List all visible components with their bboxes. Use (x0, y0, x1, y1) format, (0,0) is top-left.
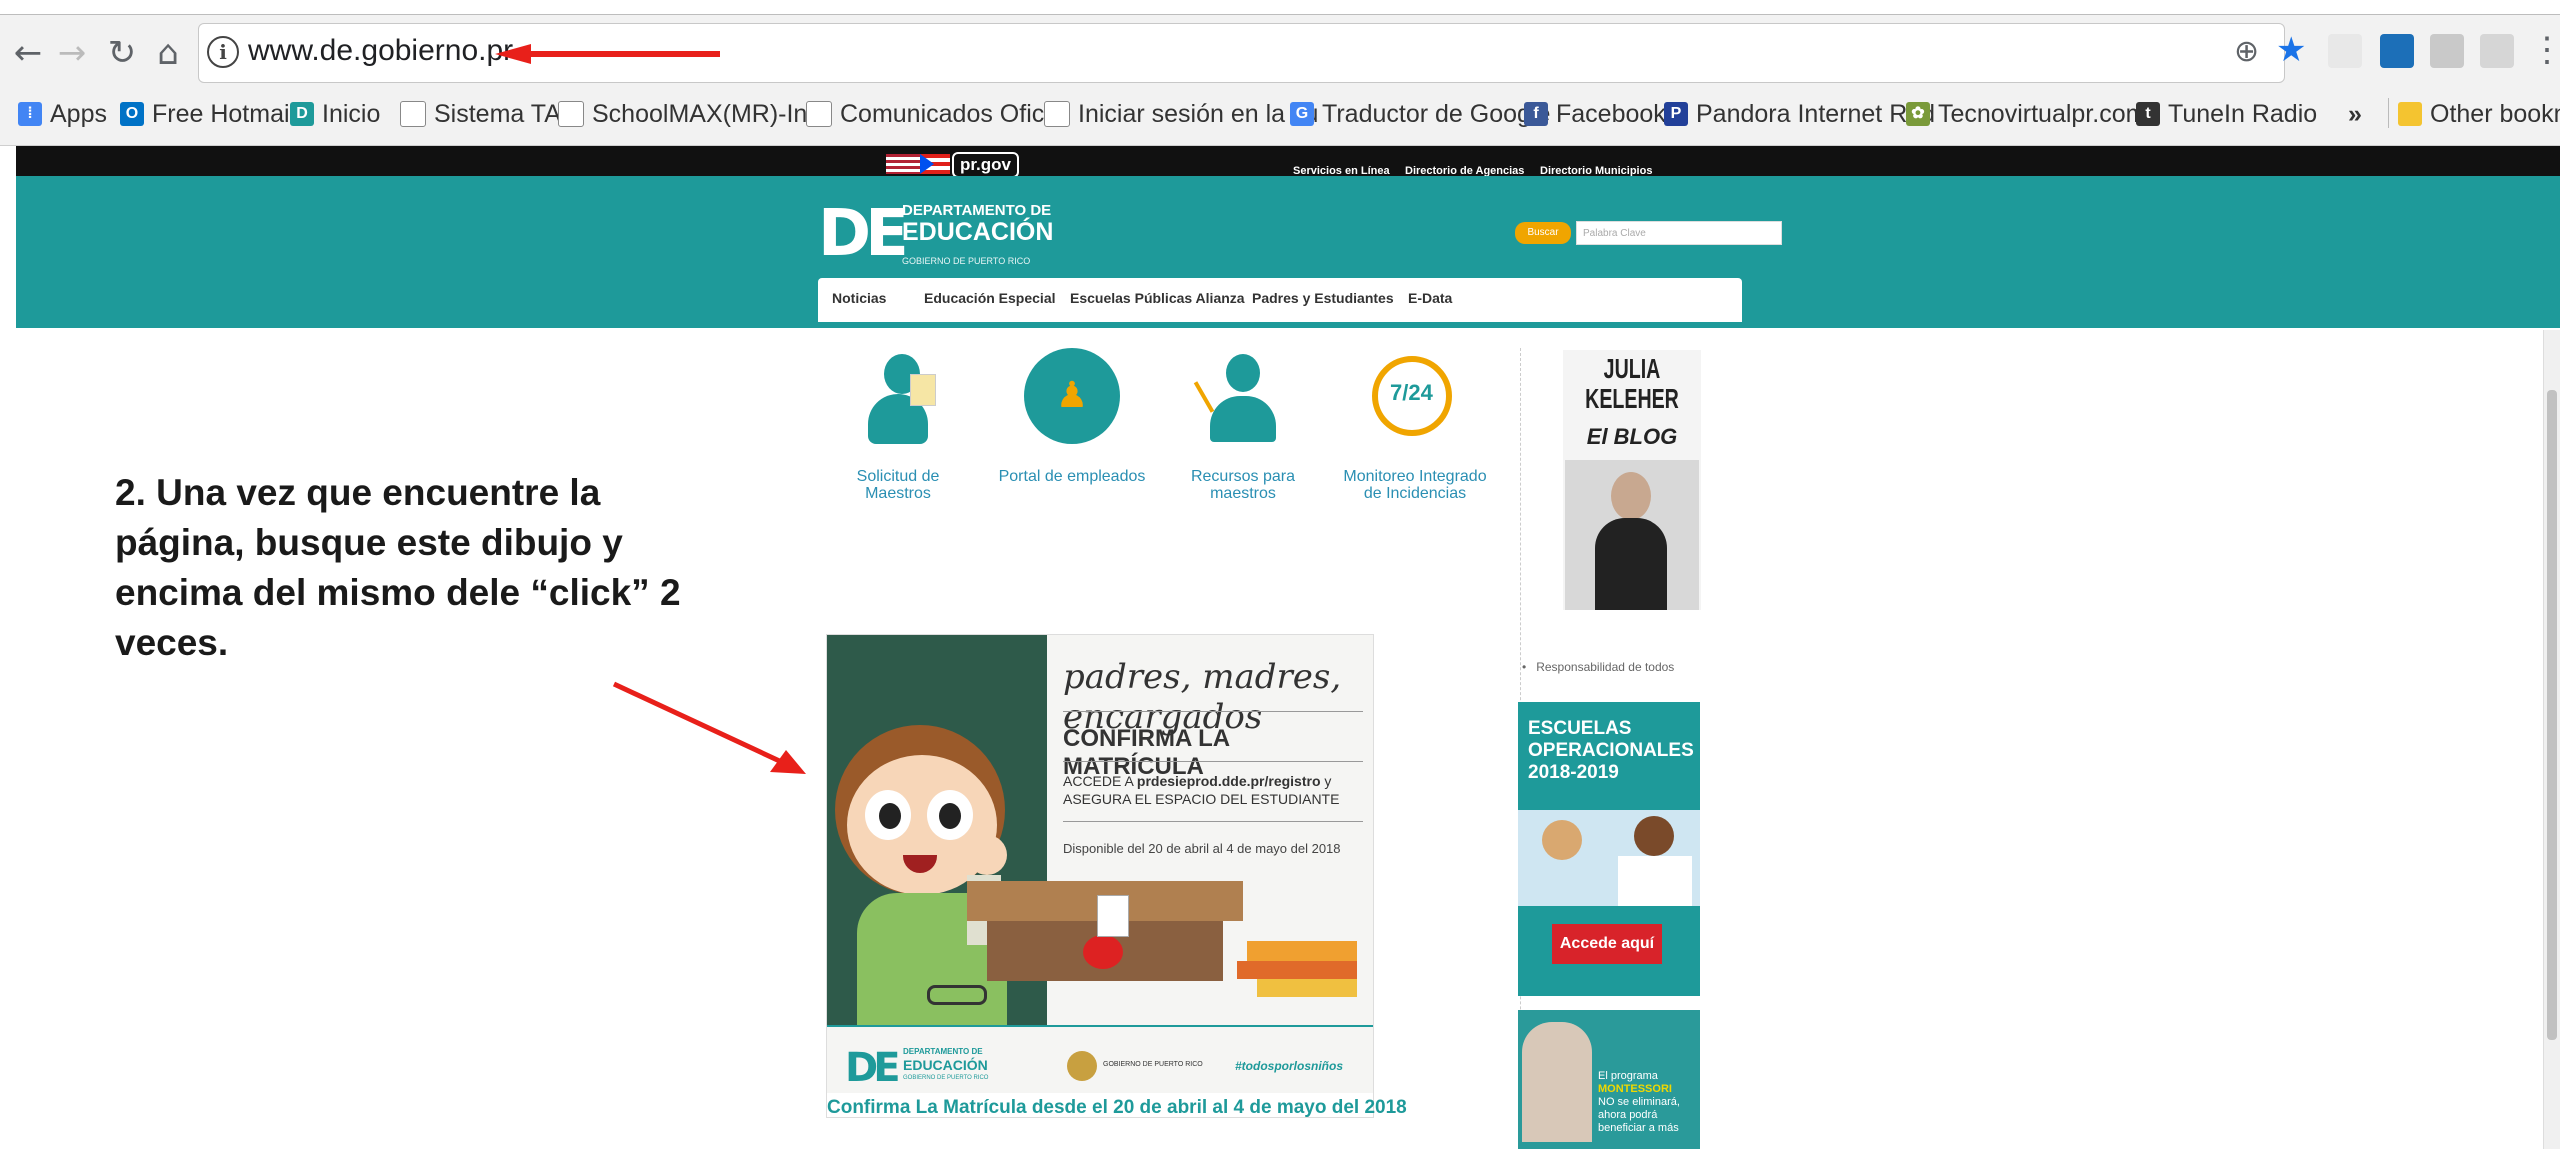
extension-icon[interactable] (2430, 34, 2464, 68)
logo-line1: DEPARTAMENTO DE (902, 202, 1052, 219)
page-icon (400, 101, 426, 127)
menu-icon[interactable]: ⋮ (2530, 30, 2560, 70)
bookmark-item[interactable]: Sistema TAL (400, 94, 575, 134)
montessori-banner[interactable]: El programa MONTESSORI NO se eliminará, … (1518, 1010, 1700, 1149)
logo-line2: EDUCACIÓN (902, 218, 1054, 246)
nav-noticias[interactable]: Noticias (832, 290, 886, 306)
poster-dates: Disponible del 20 de abril al 4 de mayo … (1063, 841, 1341, 856)
prgov-link[interactable]: pr.gov (952, 152, 1020, 178)
poster-line1: ACCEDE A prdesieprod.dde.pr/registro y (1063, 773, 1332, 789)
pr-seal-icon (1067, 1051, 1097, 1081)
scroll-thumb[interactable] (2547, 390, 2557, 1040)
apple-icon (1083, 935, 1123, 969)
extension-icon[interactable] (2480, 34, 2514, 68)
info-icon[interactable]: i (207, 36, 239, 68)
nav-escuelas-alianza[interactable]: Escuelas Públicas Alianza (1070, 290, 1245, 306)
bookmark-item[interactable]: Comunicados Oficial (806, 94, 1069, 134)
bookmark-item[interactable]: t TuneIn Radio (2136, 94, 2317, 134)
tab-strip (0, 0, 2560, 15)
service-label[interactable]: Portal de empleados (990, 468, 1154, 485)
extension-icon[interactable] (2328, 34, 2362, 68)
extension-icon[interactable] (2380, 34, 2414, 68)
outlook-icon: O (120, 102, 144, 126)
bookmark-item[interactable]: O Free Hotmail (120, 94, 295, 134)
pandora-icon: P (1664, 102, 1688, 126)
bookmark-item[interactable]: ✿ Tecnovirtualpr.com (1906, 94, 2146, 134)
search-button[interactable]: Buscar (1515, 222, 1571, 244)
divider (2388, 98, 2389, 128)
service-label[interactable]: Monitoreo Integrado de Incidencias (1340, 468, 1490, 502)
de-logo-icon: DE (818, 197, 909, 271)
teacher-resources-icon[interactable] (1193, 350, 1284, 450)
translate-icon: G (1290, 102, 1314, 126)
bookmark-item[interactable]: f Facebook (1524, 94, 1666, 134)
teacher-application-icon[interactable] (858, 350, 938, 450)
bookmark-overflow[interactable]: » (2348, 94, 2362, 134)
bookmark-item[interactable]: SchoolMAX(MR)-Inici (558, 94, 831, 134)
service-label[interactable]: Solicitud de Maestros (838, 468, 958, 502)
blog-bullet[interactable]: • Responsabilidad de todos (1522, 660, 1674, 674)
logo-line3: GOBIERNO DE PUERTO RICO (902, 256, 1031, 266)
zoom-icon[interactable]: ⊕ (2234, 34, 2259, 69)
tecnovirtual-icon: ✿ (1906, 102, 1930, 126)
students-photo (1518, 810, 1700, 906)
usa-flag-icon (886, 154, 920, 174)
search-input[interactable]: Palabra Clave (1576, 221, 1782, 245)
de-icon: D (290, 102, 314, 126)
employee-portal-icon[interactable]: ♟ (1024, 348, 1120, 444)
nav-padres-estudiantes[interactable]: Padres y Estudiantes (1252, 290, 1394, 306)
url-text[interactable]: www.de.gobierno.pr (248, 34, 513, 68)
red-arrow-icon (495, 44, 720, 64)
escuelas-banner[interactable]: ESCUELAS OPERACIONALES 2018-2019 Accede aq… (1518, 702, 1700, 996)
back-icon[interactable]: ← (8, 30, 48, 76)
apps-icon: ⁞ (18, 102, 42, 126)
accede-button[interactable]: Accede aquí (1552, 924, 1662, 964)
gov-topbar (16, 146, 2560, 176)
pr-flag-icon (920, 154, 950, 174)
poster-caption: Confirma La Matrícula desde el 20 de abr… (827, 1097, 1407, 1118)
blog-card[interactable]: JULIA KELEHER El BLOG (1563, 350, 1701, 610)
folder-icon (2398, 102, 2422, 126)
bookmark-apps[interactable]: ⁞ Apps (18, 94, 107, 134)
nav-edata[interactable]: E-Data (1408, 290, 1452, 306)
other-bookmarks[interactable]: Other bookmarks (2398, 94, 2560, 134)
bookmark-item[interactable]: G Traductor de Google (1290, 94, 1550, 134)
bookmark-item[interactable]: Iniciar sesión en la cu (1044, 94, 1318, 134)
matricula-poster[interactable]: padres, madres, encargados CONFIRMA LA M… (826, 634, 1407, 1118)
page-icon (1044, 101, 1070, 127)
poster-de-logo-icon: DE (845, 1045, 900, 1091)
instruction-text: 2. Una vez que encuentre la página, busq… (115, 472, 681, 663)
service-label[interactable]: Recursos para maestros (1178, 468, 1308, 502)
red-arrow-icon (612, 681, 806, 774)
bookmark-item[interactable]: P Pandora Internet Rad (1664, 94, 1935, 134)
poster-line2: ASEGURA EL ESPACIO DEL ESTUDIANTE (1063, 791, 1340, 807)
page-scrollbar[interactable] (2543, 330, 2560, 1149)
forward-icon[interactable]: → (52, 30, 92, 76)
nav-educacion-especial[interactable]: Educación Especial (924, 290, 1056, 306)
page-icon (558, 101, 584, 127)
home-icon[interactable]: ⌂ (148, 30, 188, 76)
blog-photo (1565, 460, 1699, 610)
tunein-icon: t (2136, 102, 2160, 126)
facebook-icon: f (1524, 102, 1548, 126)
bookmark-star-icon[interactable]: ★ (2276, 30, 2306, 70)
page-icon (806, 101, 832, 127)
bookmark-item[interactable]: D Inicio (290, 94, 380, 134)
reload-icon[interactable]: ↻ (102, 30, 142, 76)
monitoring-247-icon[interactable]: 7/24 (1366, 350, 1462, 446)
